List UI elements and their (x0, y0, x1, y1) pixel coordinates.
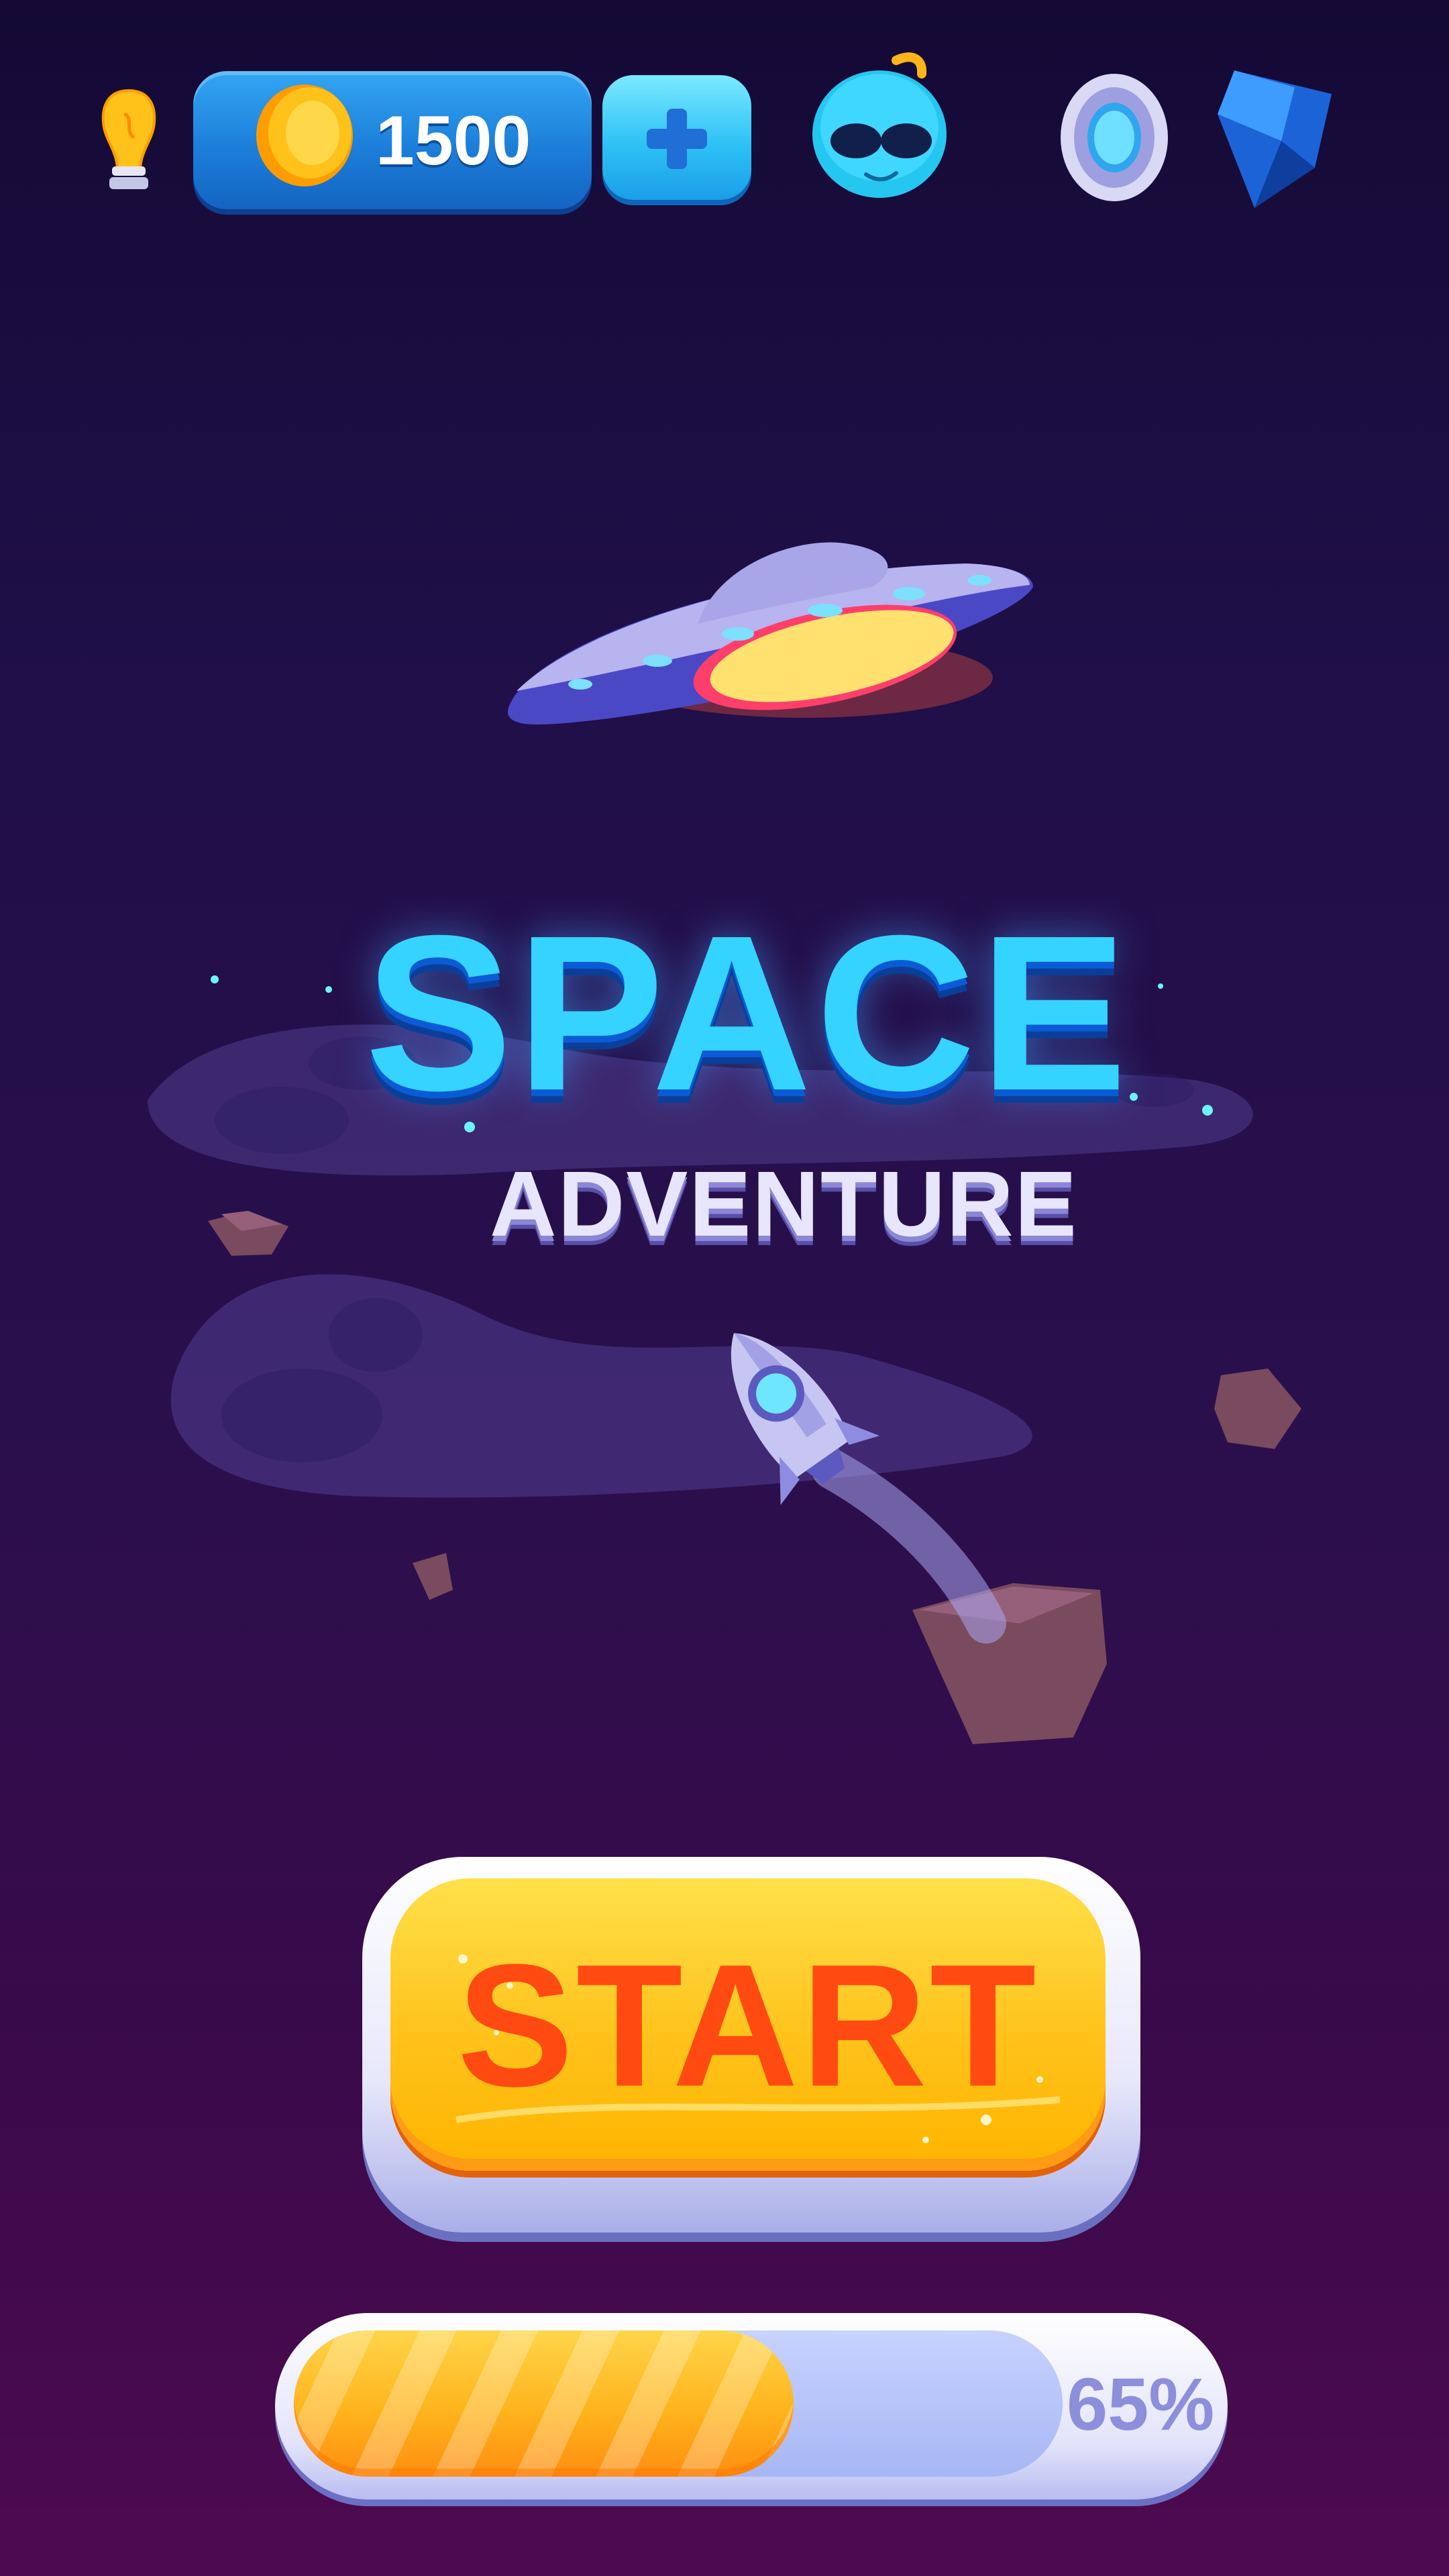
lightbulb-icon[interactable] (97, 87, 161, 195)
coin-icon (256, 85, 353, 186)
ring-icon[interactable] (1057, 70, 1171, 205)
plus-icon (647, 109, 707, 169)
game-subtitle: ADVENTURE (490, 1152, 1078, 1256)
alien-avatar-icon[interactable] (802, 47, 957, 208)
loading-progress-fill (294, 2330, 794, 2477)
game-title: SPACE (364, 889, 1132, 1136)
start-button-label: START (457, 1929, 1039, 2123)
loading-progress-label: 65% (1067, 2363, 1215, 2446)
loading-progress-track (294, 2330, 1063, 2477)
coin-count: 1500 (376, 102, 531, 180)
rocket-illustration (731, 1333, 880, 1505)
ufo-illustration (507, 542, 1033, 724)
add-coins-button[interactable] (602, 75, 751, 200)
game-screen: 1500 SPACE ADVENTURE START 65% (0, 0, 1449, 2576)
gem-icon[interactable] (1214, 67, 1335, 211)
